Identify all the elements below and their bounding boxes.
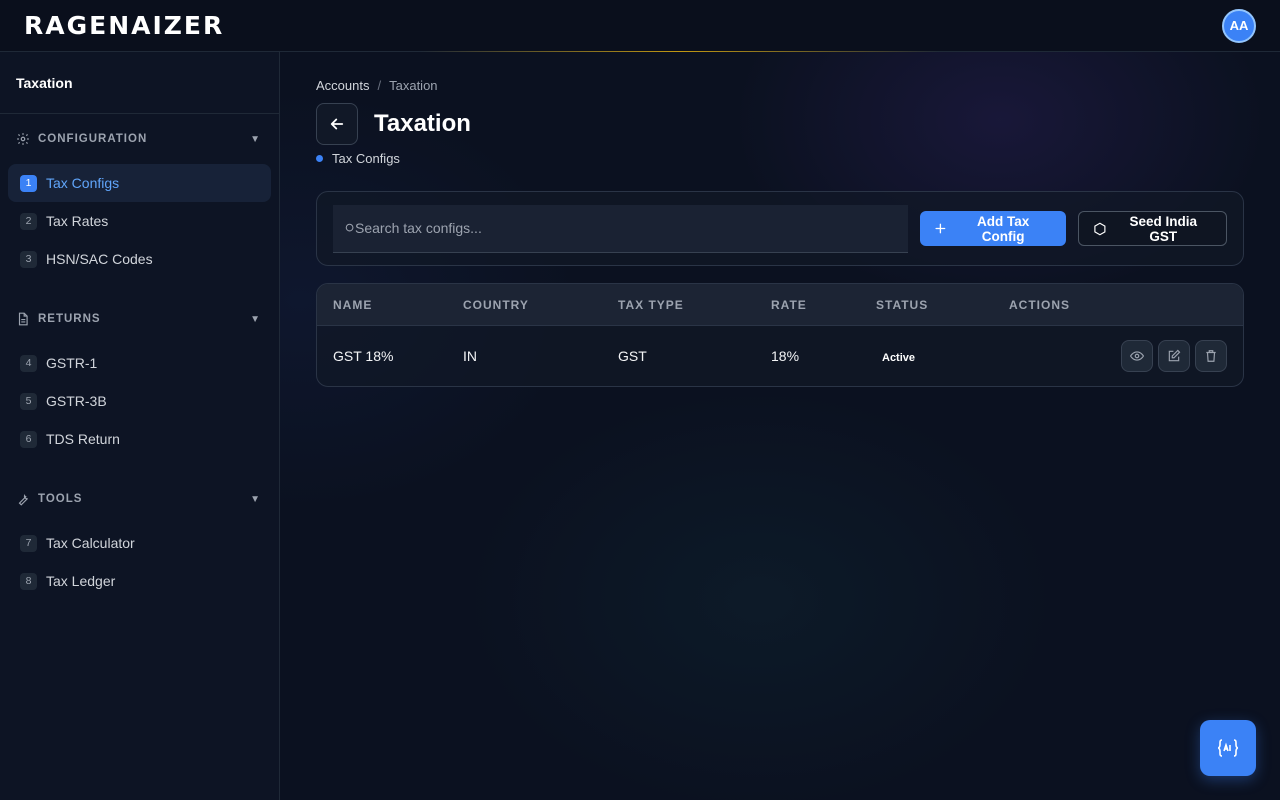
section-label: TOOLS xyxy=(38,493,83,505)
cell-tax-type: GST xyxy=(618,348,647,364)
sidebar-item-tax-calculator[interactable]: 7 Tax Calculator xyxy=(8,524,271,562)
item-number: 8 xyxy=(20,572,37,590)
edit-icon xyxy=(1168,349,1181,362)
plus-icon xyxy=(935,223,946,234)
sidebar-section-returns: RETURNS ▼ 4 GSTR-1 5 GSTR-3B 6 TDS Retur… xyxy=(0,294,279,458)
section-label: RETURNS xyxy=(38,313,101,325)
eye-icon xyxy=(1130,351,1144,361)
page-title: Taxation xyxy=(374,110,471,137)
caret-down-icon: ▼ xyxy=(250,133,261,145)
section-header-returns[interactable]: RETURNS ▼ xyxy=(8,294,271,344)
column-header-name[interactable]: NAME xyxy=(317,298,463,312)
sidebar-section-tools: TOOLS ▼ 7 Tax Calculator 8 Tax Ledger xyxy=(0,474,279,600)
toolbar: Add Tax Config Seed India GST xyxy=(316,191,1244,266)
item-number: 2 xyxy=(20,212,37,230)
cell-rate: 18% xyxy=(771,348,800,364)
column-header-status[interactable]: STATUS xyxy=(876,298,1009,312)
item-number: 1 xyxy=(20,174,37,192)
app-logo[interactable]: RAGENAIZER xyxy=(24,11,224,40)
sidebar-item-gstr-1[interactable]: 4 GSTR-1 xyxy=(8,344,271,382)
table-row[interactable]: GST 18% IN GST 18% Active xyxy=(317,326,1243,386)
item-number: 6 xyxy=(20,430,37,448)
sidebar-item-label: HSN/SAC Codes xyxy=(46,251,153,267)
search-box xyxy=(333,204,908,253)
sidebar-title: Taxation xyxy=(0,52,279,114)
main-content: Accounts / Taxation Taxation Tax Configs… xyxy=(316,52,1244,387)
caret-down-icon: ▼ xyxy=(250,493,261,505)
sidebar-item-tax-rates[interactable]: 2 Tax Rates xyxy=(8,202,271,240)
cell-name: GST 18% xyxy=(333,348,394,364)
user-avatar[interactable]: AA xyxy=(1222,8,1256,43)
breadcrumb-current: Taxation xyxy=(389,78,438,93)
sidebar-item-label: Tax Ledger xyxy=(46,573,116,589)
search-input[interactable] xyxy=(355,220,908,236)
column-header-actions: ACTIONS xyxy=(1009,297,1070,312)
edit-button[interactable] xyxy=(1158,340,1190,372)
wrench-icon xyxy=(16,492,30,506)
button-label: Seed India GST xyxy=(1129,213,1198,244)
column-header-rate[interactable]: RATE xyxy=(771,298,876,312)
gear-icon xyxy=(16,132,30,146)
subtitle-text: Tax Configs xyxy=(332,151,400,166)
status-badge: Active xyxy=(882,352,916,364)
table-header: NAME COUNTRY TAX TYPE RATE STATUS ACTION… xyxy=(317,284,1243,326)
cell-status: Active xyxy=(876,348,1009,364)
section-header-configuration[interactable]: CONFIGURATION ▼ xyxy=(8,114,271,164)
page-subtitle: Tax Configs xyxy=(316,151,1244,166)
top-bar: RAGENAIZER AA xyxy=(0,0,1280,52)
cell-country: IN xyxy=(463,348,477,364)
sidebar-item-label: GSTR-3B xyxy=(46,393,107,409)
sidebar-item-hsn-sac-codes[interactable]: 3 HSN/SAC Codes xyxy=(8,240,271,278)
column-header-tax-type[interactable]: TAX TYPE xyxy=(618,298,771,312)
item-number: 4 xyxy=(20,354,37,372)
document-icon xyxy=(16,312,30,326)
sidebar-item-label: Tax Calculator xyxy=(46,535,135,551)
breadcrumb-root[interactable]: Accounts xyxy=(316,78,369,93)
section-header-tools[interactable]: TOOLS ▼ xyxy=(8,474,271,524)
assistant-button[interactable] xyxy=(1200,720,1256,776)
sidebar-item-label: TDS Return xyxy=(46,431,120,447)
sidebar-item-tax-ledger[interactable]: 8 Tax Ledger xyxy=(8,562,271,600)
item-number: 5 xyxy=(20,392,37,410)
sidebar-item-label: Tax Configs xyxy=(46,175,120,191)
column-header-country[interactable]: COUNTRY xyxy=(463,298,618,312)
sidebar-item-label: Tax Rates xyxy=(46,213,109,229)
title-row: Taxation xyxy=(316,103,1244,145)
sidebar-section-configuration: CONFIGURATION ▼ 1 Tax Configs 2 Tax Rate… xyxy=(0,114,279,278)
row-actions xyxy=(1009,340,1243,372)
view-button[interactable] xyxy=(1121,340,1153,372)
item-number: 7 xyxy=(20,534,37,552)
sidebar-item-tds-return[interactable]: 6 TDS Return xyxy=(8,420,271,458)
sidebar-item-tax-configs[interactable]: 1 Tax Configs xyxy=(8,164,271,202)
assistant-icon xyxy=(1217,739,1239,757)
item-number: 3 xyxy=(20,250,37,268)
hexagon-icon xyxy=(1094,222,1106,235)
search-icon xyxy=(345,223,354,232)
status-dot xyxy=(316,155,323,162)
caret-down-icon: ▼ xyxy=(250,313,261,325)
button-label: Add Tax Config xyxy=(976,213,1030,244)
breadcrumb-separator: / xyxy=(377,78,382,93)
delete-button[interactable] xyxy=(1195,340,1227,372)
sidebar: Taxation CONFIGURATION ▼ 1 Tax Configs 2… xyxy=(0,52,280,800)
sidebar-item-gstr-3b[interactable]: 5 GSTR-3B xyxy=(8,382,271,420)
add-tax-config-button[interactable]: Add Tax Config xyxy=(919,211,1066,246)
tax-configs-table: NAME COUNTRY TAX TYPE RATE STATUS ACTION… xyxy=(316,283,1244,387)
trash-icon xyxy=(1206,350,1216,362)
back-button[interactable] xyxy=(316,103,358,145)
arrow-left-icon xyxy=(330,118,344,130)
seed-india-gst-button[interactable]: Seed India GST xyxy=(1077,211,1228,246)
section-label: CONFIGURATION xyxy=(38,133,148,145)
breadcrumb: Accounts / Taxation xyxy=(316,78,1244,93)
sidebar-item-label: GSTR-1 xyxy=(46,355,98,371)
